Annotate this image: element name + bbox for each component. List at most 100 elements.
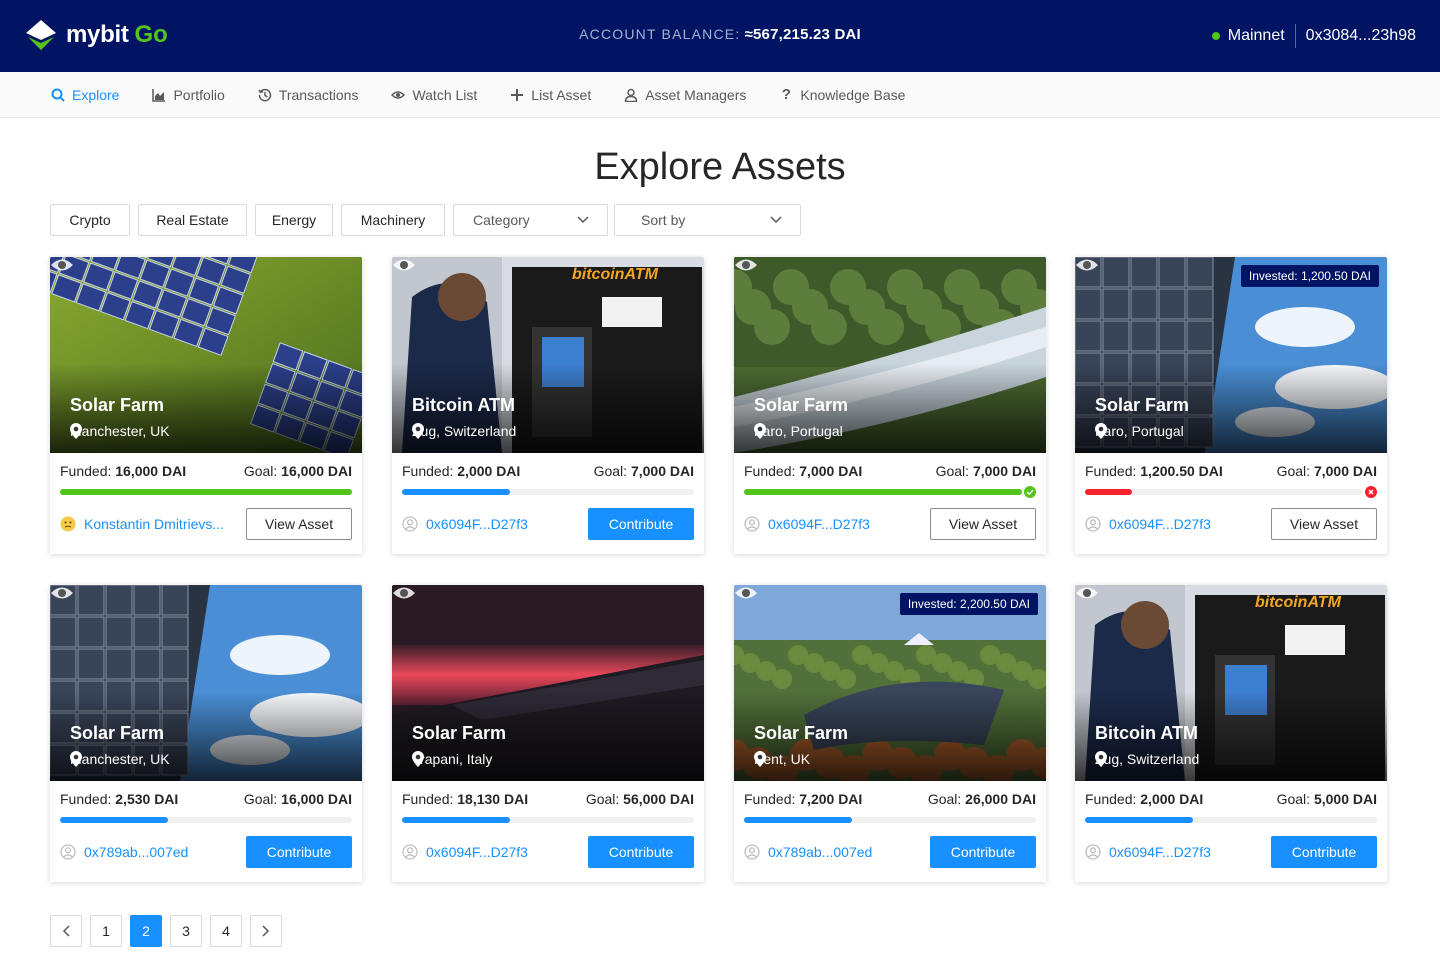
location-text: Trapani, Italy	[412, 751, 493, 767]
nav-item-list-asset[interactable]: List Asset	[509, 72, 591, 118]
funding-progress	[744, 486, 1036, 498]
page-2-button[interactable]: 2	[130, 915, 162, 947]
location-text: Manchester, UK	[70, 751, 170, 767]
asset-card[interactable]: bitcoinATM Bitcoin ATM Zug, Switzerland …	[392, 257, 704, 554]
asset-manager-link[interactable]: 0x6094F...D27f3	[402, 516, 528, 532]
view-asset-button[interactable]: View Asset	[1271, 508, 1377, 540]
nav-label: Explore	[72, 86, 120, 103]
asset-name: Bitcoin ATM	[1095, 723, 1198, 743]
balance-value: ≈567,215.23 DAI	[744, 26, 861, 43]
chevron-down-icon	[577, 216, 589, 224]
location-pin-icon	[70, 423, 82, 439]
nav-item-watch-list[interactable]: Watch List	[390, 72, 477, 118]
asset-location: Zug, Switzerland	[412, 423, 516, 439]
top-header: mybit Go ACCOUNT BALANCE: ≈567,215.23 DA…	[0, 0, 1440, 72]
location-text: Faro, Portugal	[1095, 423, 1184, 439]
asset-manager-link[interactable]: Konstantin Dmitrievs...	[60, 516, 224, 532]
asset-card[interactable]: Invested: 1,200.50 DAI Solar Farm Faro, …	[1075, 257, 1387, 554]
filter-energy-button[interactable]: Energy	[255, 204, 333, 236]
goal-value: 16,000 DAI	[281, 791, 352, 807]
goal-amount: Goal: 26,000 DAI	[928, 791, 1036, 807]
nav-item-knowledge-base[interactable]: ? Knowledge Base	[778, 72, 906, 118]
asset-image[interactable]: Invested: 2,200.50 DAI Solar Farm Kent, …	[734, 585, 1046, 781]
contribute-button[interactable]: Contribute	[930, 836, 1036, 868]
asset-manager-link[interactable]: 0x789ab...007ed	[60, 844, 188, 860]
page-1-button[interactable]: 1	[90, 915, 122, 947]
prev-page-button[interactable]	[50, 915, 82, 947]
user-circle-icon	[402, 516, 418, 532]
watch-eye-icon[interactable]	[392, 257, 416, 273]
watch-eye-icon[interactable]	[1075, 585, 1099, 601]
page-4-button[interactable]: 4	[210, 915, 242, 947]
owner-name: 0x6094F...D27f3	[768, 516, 870, 532]
funding-row: Funded: 2,000 DAI Goal: 5,000 DAI	[1085, 791, 1377, 807]
sort-select[interactable]: Sort by	[614, 204, 801, 236]
network-name[interactable]: Mainnet	[1228, 27, 1285, 45]
watch-eye-icon[interactable]	[50, 585, 74, 601]
watch-eye-icon[interactable]	[1075, 257, 1099, 273]
pagination: 1 2 3 4	[50, 915, 290, 947]
goal-value: 26,000 DAI	[965, 791, 1036, 807]
goal-amount: Goal: 7,000 DAI	[594, 463, 694, 479]
nav-item-asset-managers[interactable]: Asset Managers	[623, 72, 746, 118]
progress-track	[1085, 817, 1377, 823]
asset-image[interactable]: Solar Farm Trapani, Italy	[392, 585, 704, 781]
watch-eye-icon[interactable]	[392, 585, 416, 601]
filter-crypto-button[interactable]: Crypto	[50, 204, 130, 236]
asset-image[interactable]: bitcoinATM Bitcoin ATM Zug, Switzerland	[1075, 585, 1387, 781]
watch-eye-icon[interactable]	[50, 257, 74, 273]
asset-card[interactable]: bitcoinATM Bitcoin ATM Zug, Switzerland …	[1075, 585, 1387, 882]
asset-card[interactable]: Solar Farm Trapani, Italy Funded: 18,130…	[392, 585, 704, 882]
contribute-button[interactable]: Contribute	[1271, 836, 1377, 868]
wallet-address[interactable]: 0x3084...23h98	[1306, 27, 1416, 45]
funded-value: 7,200 DAI	[799, 791, 863, 807]
card-footer: Konstantin Dmitrievs... View Asset	[60, 508, 352, 540]
contribute-button[interactable]: Contribute	[588, 508, 694, 540]
asset-manager-link[interactable]: 0x6094F...D27f3	[402, 844, 528, 860]
asset-manager-link[interactable]: 0x6094F...D27f3	[1085, 516, 1211, 532]
goal-label: Goal:	[927, 791, 962, 807]
asset-name: Solar Farm	[1095, 395, 1190, 415]
goal-amount: Goal: 16,000 DAI	[244, 463, 352, 479]
asset-card[interactable]: Invested: 2,200.50 DAI Solar Farm Kent, …	[734, 585, 1046, 882]
asset-card[interactable]: Solar Farm Manchester, UK Funded: 16,000…	[50, 257, 362, 554]
next-page-button[interactable]	[250, 915, 282, 947]
page-3-button[interactable]: 3	[170, 915, 202, 947]
asset-image[interactable]: Solar Farm Faro, Portugal	[734, 257, 1046, 453]
watch-eye-icon[interactable]	[734, 585, 758, 601]
nav-item-explore[interactable]: Explore	[50, 72, 119, 118]
location-pin-icon	[754, 751, 766, 767]
asset-manager-link[interactable]: 0x789ab...007ed	[744, 844, 872, 860]
contribute-button[interactable]: Contribute	[246, 836, 352, 868]
asset-image[interactable]: bitcoinATM Bitcoin ATM Zug, Switzerland	[392, 257, 704, 453]
asset-image[interactable]: Solar Farm Manchester, UK	[50, 585, 362, 781]
asset-manager-link[interactable]: 0x6094F...D27f3	[1085, 844, 1211, 860]
contribute-button[interactable]: Contribute	[588, 836, 694, 868]
location-pin-icon	[412, 751, 424, 767]
progress-fill	[744, 489, 1022, 495]
filter-real-estate-button[interactable]: Real Estate	[138, 204, 247, 236]
question-icon: ?	[781, 86, 791, 103]
asset-image[interactable]: Solar Farm Manchester, UK	[50, 257, 362, 453]
nav-item-portfolio[interactable]: Portfolio	[151, 72, 225, 118]
asset-image[interactable]: Invested: 1,200.50 DAI Solar Farm Faro, …	[1075, 257, 1387, 453]
location-text: Zug, Switzerland	[1095, 751, 1200, 767]
location-pin-icon	[412, 423, 424, 439]
card-body: Funded: 2,000 DAI Goal: 5,000 DAI 0x6094…	[1075, 791, 1387, 868]
category-select[interactable]: Category	[453, 204, 608, 236]
funding-row: Funded: 7,200 DAI Goal: 26,000 DAI	[744, 791, 1036, 807]
asset-manager-link[interactable]: 0x6094F...D27f3	[744, 516, 870, 532]
invested-badge: Invested: 2,200.50 DAI	[899, 593, 1038, 615]
asset-card[interactable]: Solar Farm Faro, Portugal Funded: 7,000 …	[734, 257, 1046, 554]
watch-eye-icon[interactable]	[734, 257, 758, 273]
nav-item-transactions[interactable]: Transactions	[257, 72, 358, 118]
nav-label: List Asset	[531, 86, 592, 103]
filter-machinery-button[interactable]: Machinery	[341, 204, 445, 236]
progress-track	[744, 489, 1022, 495]
asset-card[interactable]: Solar Farm Manchester, UK Funded: 2,530 …	[50, 585, 362, 882]
progress-track	[402, 489, 694, 495]
owner-name: 0x6094F...D27f3	[1109, 516, 1211, 532]
view-asset-button[interactable]: View Asset	[930, 508, 1036, 540]
view-asset-button[interactable]: View Asset	[246, 508, 352, 540]
location-pin-icon	[1095, 751, 1107, 767]
